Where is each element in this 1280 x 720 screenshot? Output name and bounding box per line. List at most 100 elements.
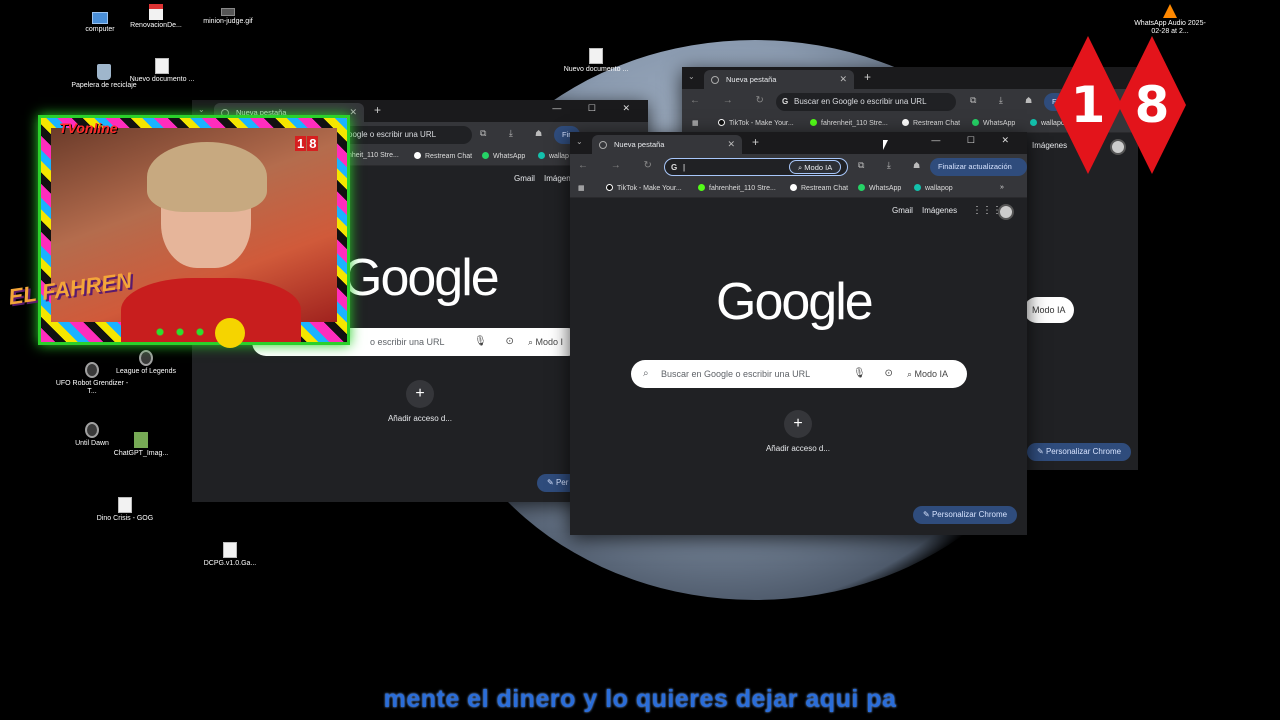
bookmark-restream[interactable]: Restream Chat bbox=[414, 152, 472, 160]
wallapop-icon bbox=[914, 184, 921, 191]
tab-search-chevron-icon[interactable]: ⌄ bbox=[198, 105, 205, 114]
avatar[interactable] bbox=[998, 204, 1014, 220]
modo-ia-button[interactable]: Modo IA bbox=[1024, 297, 1074, 323]
close-tab-icon[interactable]: ✕ bbox=[349, 103, 357, 122]
bookmark-whatsapp[interactable]: WhatsApp bbox=[858, 184, 901, 192]
omnibox[interactable]: G Buscar en Google o escribir una URL bbox=[776, 93, 956, 111]
tv-online-logo: TVonline bbox=[59, 120, 118, 136]
desktop-icon-nuevo-doc-2[interactable]: Nuevo documento ... bbox=[558, 48, 634, 74]
modo-ia-button[interactable]: ⌕ Modo IA bbox=[789, 160, 842, 174]
bookmark-tiktok[interactable]: TikTok - Make Your... bbox=[718, 119, 794, 127]
bookmark-fahrenheit[interactable]: fahrenheit_110 Stre... bbox=[698, 184, 776, 192]
desktop-icon-dcpg[interactable]: DCPG.v1.0.Ga... bbox=[192, 542, 268, 568]
doc-icon bbox=[155, 58, 169, 74]
window-controls[interactable]: — ☐ ✕ bbox=[552, 103, 642, 114]
desktop-icon-chatgpt-image[interactable]: ChatGPT_Imag... bbox=[103, 432, 179, 458]
desktop-icon-nuevo-doc-1[interactable]: Nuevo documento ... bbox=[124, 58, 200, 84]
game-icon bbox=[85, 362, 99, 378]
bookmark-wallapop[interactable]: wallap bbox=[538, 152, 569, 160]
new-tab-icon[interactable]: + bbox=[864, 70, 871, 84]
add-shortcut-button[interactable]: + Añadir acceso d... bbox=[375, 380, 465, 423]
page-content: Gmail Imágenes ⋮⋮⋮ Google ⌕ Buscar en Go… bbox=[570, 198, 1027, 535]
images-link[interactable]: Imágenes bbox=[922, 206, 957, 215]
bookmark-wallapop[interactable]: wallapop bbox=[914, 184, 953, 192]
bookmark-restream[interactable]: Restream Chat bbox=[790, 184, 848, 192]
tab-favicon-icon bbox=[599, 141, 607, 149]
bin-icon bbox=[97, 64, 111, 80]
desktop-icon-dino-crisis[interactable]: Dino Crisis - GOG bbox=[87, 497, 163, 523]
modo-ia-button[interactable]: ⌕ Modo IA bbox=[907, 360, 948, 388]
google-logo: Google bbox=[342, 249, 500, 307]
bookmark-fahrenheit[interactable]: fahrenheit_110 Stre... bbox=[810, 119, 888, 127]
modo-ia-button[interactable]: ⌕ Modo I bbox=[528, 328, 563, 356]
desktop-icon-renovacion[interactable]: RenovacionDe... bbox=[118, 4, 194, 30]
bookmark-wallapop[interactable]: wallapo bbox=[1030, 119, 1065, 127]
pacman-dots bbox=[150, 328, 210, 336]
restream-icon bbox=[414, 152, 421, 159]
kick-icon bbox=[810, 119, 817, 126]
whatsapp-icon bbox=[972, 119, 979, 126]
pdf-icon bbox=[149, 4, 163, 20]
window-controls[interactable]: — ☐ ✕ bbox=[931, 135, 1021, 146]
personalize-chrome-button[interactable]: ✎ Personalizar Chrome bbox=[1027, 443, 1132, 461]
bookmark-apps-icon[interactable]: ▦ bbox=[578, 184, 585, 192]
omnibox[interactable]: oogle o escribir una URL bbox=[342, 126, 472, 144]
tiktok-icon bbox=[606, 184, 613, 191]
gmail-link[interactable]: Gmail bbox=[514, 174, 535, 183]
mic-lens-icons[interactable]: 🎙 ⊙ bbox=[853, 360, 901, 388]
desktop-icon-league[interactable]: League of Legends bbox=[108, 350, 184, 376]
bookmarks-overflow-icon[interactable]: » bbox=[1000, 184, 1004, 191]
bookmark-tiktok[interactable]: TikTok - Make Your... bbox=[606, 184, 682, 192]
close-tab-icon[interactable]: ✕ bbox=[839, 70, 847, 89]
bookmark-apps-icon[interactable]: ▦ bbox=[692, 119, 699, 127]
desktop-icon-whatsapp-audio[interactable]: WhatsApp Audio 2025-02-28 at 2... bbox=[1130, 4, 1210, 37]
browser-window-front[interactable]: ⌄ Nueva pestaña ✕ + — ☐ ✕ ← → ↻ ⌂ G | ⌕ M… bbox=[570, 132, 1027, 535]
tiktok-icon bbox=[718, 119, 725, 126]
game-icon bbox=[85, 422, 99, 438]
bookmark-restream[interactable]: Restream Chat bbox=[902, 119, 960, 127]
tab-nueva-pestana[interactable]: Nueva pestaña ✕ bbox=[704, 70, 854, 89]
vlc-icon bbox=[1163, 4, 1177, 18]
search-icon: ⌕ bbox=[643, 368, 649, 379]
tab-nueva-pestana[interactable]: Nueva pestaña ✕ bbox=[592, 135, 742, 154]
restream-icon bbox=[902, 119, 909, 126]
desktop-icon-minion-gif[interactable]: minion-judge.gif bbox=[190, 8, 266, 26]
kick-icon bbox=[698, 184, 705, 191]
exe-icon bbox=[134, 432, 148, 448]
whatsapp-icon bbox=[482, 152, 489, 159]
tab-search-chevron-icon[interactable]: ⌄ bbox=[576, 137, 583, 146]
add-shortcut-button[interactable]: + Añadir acceso d... bbox=[753, 410, 843, 453]
omnibox[interactable]: G | ⌕ Modo IA bbox=[664, 158, 848, 176]
doc-icon bbox=[118, 497, 132, 513]
tabstrip: ⌄ Nueva pestaña ✕ + — ☐ ✕ bbox=[570, 132, 1027, 154]
google-g-icon: G bbox=[782, 97, 789, 106]
toolbar-icons[interactable]: ⧉ ⤓ ☗ bbox=[480, 128, 552, 139]
bookmark-whatsapp[interactable]: WhatsApp bbox=[482, 152, 525, 160]
gmail-link[interactable]: Gmail bbox=[892, 206, 913, 215]
doc-icon bbox=[223, 542, 237, 558]
tab-favicon-icon bbox=[711, 76, 719, 84]
new-tab-icon[interactable]: + bbox=[752, 135, 759, 149]
search-box[interactable]: ⌕ Buscar en Google o escribir una URL 🎙 … bbox=[631, 360, 967, 388]
streamer-hair bbox=[147, 142, 267, 212]
images-link[interactable]: Imágenes bbox=[1032, 141, 1067, 150]
toolbar-icons[interactable]: ⧉ ⤓ ☗ bbox=[970, 95, 1042, 106]
pc-icon bbox=[92, 12, 108, 24]
bookmark-whatsapp[interactable]: WhatsApp bbox=[972, 119, 1015, 127]
update-button[interactable]: Finalizar actualización ⋮ bbox=[930, 158, 1027, 189]
restream-icon bbox=[790, 184, 797, 191]
tab-search-chevron-icon[interactable]: ⌄ bbox=[688, 72, 695, 81]
toolbar-icons[interactable]: ⧉ ⤓ ☗ bbox=[858, 160, 930, 171]
subtitle-bar: mente el dinero y lo quieres dejar aqui … bbox=[0, 683, 1280, 716]
personalize-chrome-button[interactable]: ✎ Personalizar Chrome bbox=[913, 506, 1018, 524]
avatar[interactable] bbox=[1110, 139, 1126, 155]
bookmarks-bar: ▦ TikTok - Make Your... fahrenheit_110 S… bbox=[570, 180, 1027, 198]
whatsapp-icon bbox=[858, 184, 865, 191]
game-icon bbox=[139, 350, 153, 366]
new-tab-icon[interactable]: + bbox=[374, 103, 381, 117]
google-logo: Google bbox=[716, 273, 874, 331]
mouse-cursor-icon bbox=[883, 140, 888, 150]
close-tab-icon[interactable]: ✕ bbox=[727, 135, 735, 154]
toolbar: ← → ↻ ⌂ G | ⌕ Modo IA ⧉ ⤓ ☗ Finalizar ac… bbox=[570, 154, 1027, 189]
mic-lens-icons[interactable]: 🎙 ⊙ bbox=[474, 328, 522, 356]
